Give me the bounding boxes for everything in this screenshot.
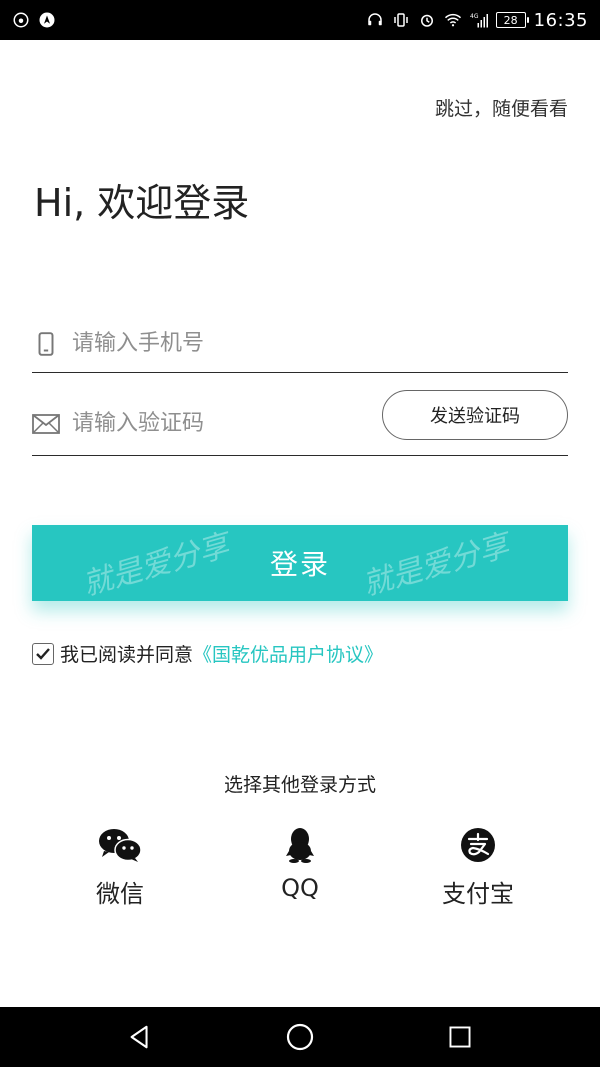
qq-label: QQ [281,874,319,902]
page-title: Hi, 欢迎登录 [34,181,250,225]
login-button-label: 登录 [269,548,330,581]
vibrate-icon [392,11,410,29]
qq-icon [286,828,314,863]
wifi-icon [444,11,462,29]
recents-square-icon [449,1026,471,1048]
phone-icon [32,330,60,358]
agreement-row: 我已阅读并同意 《国乾优品用户协议》 [32,640,383,667]
alipay-icon [461,828,495,862]
wechat-icon [99,829,142,862]
wechat-login-button[interactable]: 微信 [40,826,200,909]
phone-input[interactable] [72,331,568,356]
login-button[interactable]: 登录 [32,525,568,601]
check-icon [36,647,50,660]
status-time: 16:35 [533,9,588,31]
skip-link[interactable]: 跳过，随便看看 [435,94,568,121]
back-button[interactable] [120,1017,160,1057]
mail-icon [32,410,60,438]
home-circle-icon [286,1023,314,1051]
signal-icon: 4G [470,11,488,29]
agreement-link[interactable]: 《国乾优品用户协议》 [193,640,383,667]
navigation-icon [38,11,56,29]
home-button[interactable] [280,1017,320,1057]
status-bar: 4G 28 16:35 [0,0,600,40]
headset-icon [366,11,384,29]
navigation-bar [0,1007,600,1067]
other-login-title: 选择其他登录方式 [223,774,376,796]
battery-icon: 28 [495,12,529,28]
agreement-checkbox[interactable] [32,642,54,665]
qq-login-button[interactable]: QQ [220,826,380,902]
network-type-label: 4G [470,13,479,20]
alipay-label: 支付宝 [442,880,514,908]
alipay-login-button[interactable]: 支付宝 [398,826,558,909]
agreement-text: 我已阅读并同意 [60,644,194,666]
weibo-icon [12,11,30,29]
code-field: 发送验证码 [32,390,568,456]
wechat-label: 微信 [96,880,144,908]
battery-level: 28 [503,13,518,27]
phone-field [32,315,568,373]
back-triangle-icon [130,1025,148,1049]
alarm-icon [418,11,436,29]
send-code-button[interactable]: 发送验证码 [382,390,568,440]
recents-button[interactable] [440,1017,480,1057]
